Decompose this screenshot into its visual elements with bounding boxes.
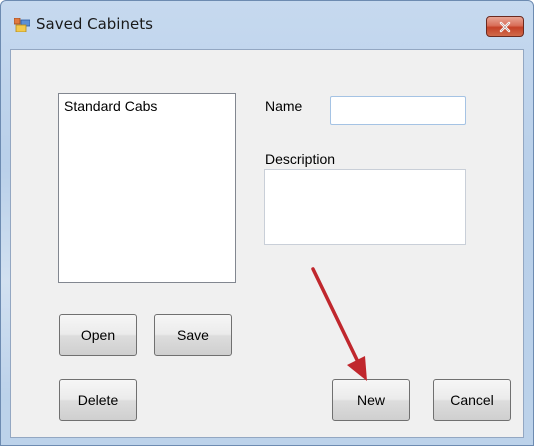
close-button[interactable] [486, 16, 524, 37]
list-item[interactable]: Standard Cabs [64, 98, 157, 114]
description-label: Description [265, 151, 336, 167]
form-icon [14, 18, 30, 32]
open-button[interactable]: Open [59, 314, 137, 356]
window-frame-highlight [1, 161, 10, 401]
new-button[interactable]: New [332, 379, 410, 421]
saved-cabinets-dialog: Saved Cabinets Standard Cabs Name Descri… [0, 0, 534, 446]
name-label: Name [265, 98, 303, 114]
description-field[interactable] [264, 169, 466, 245]
window-title: Saved Cabinets [36, 15, 153, 33]
delete-button[interactable]: Delete [59, 379, 137, 421]
saved-cabinets-list[interactable]: Standard Cabs [58, 93, 236, 283]
save-button[interactable]: Save [154, 314, 232, 356]
name-field[interactable] [330, 96, 466, 125]
cancel-button[interactable]: Cancel [433, 379, 511, 421]
title-bar[interactable]: Saved Cabinets [1, 1, 533, 49]
close-icon [499, 21, 511, 32]
dialog-client-area: Standard Cabs Name Description Open Save… [10, 49, 524, 438]
